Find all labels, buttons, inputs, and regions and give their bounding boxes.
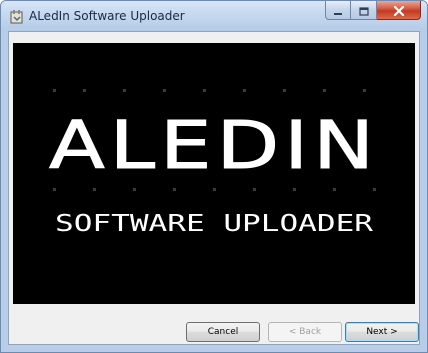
minimize-button[interactable]: [325, 1, 351, 20]
installer-window: ALedIn Software Uploader ALEDIN SOFTWARE…: [0, 0, 428, 353]
close-button[interactable]: [377, 1, 421, 20]
app-plugin-icon: [9, 9, 25, 25]
window-title: ALedIn Software Uploader: [29, 9, 185, 23]
maximize-icon: [358, 1, 369, 20]
next-button[interactable]: Next >: [345, 322, 419, 342]
minimize-icon: [333, 1, 343, 20]
cancel-button[interactable]: Cancel: [186, 322, 260, 342]
caption-buttons: [325, 1, 421, 21]
banner-subtitle: SOFTWARE UPLOADER: [55, 211, 373, 237]
back-button[interactable]: < Back: [268, 322, 342, 342]
close-icon: [393, 1, 405, 20]
banner-title: ALEDIN: [49, 107, 379, 184]
wizard-client-area: ALEDIN SOFTWARE UPLOADER Cancel < Back N…: [8, 31, 420, 345]
title-bar[interactable]: ALedIn Software Uploader: [1, 1, 427, 31]
wizard-button-row: Cancel < Back Next >: [9, 322, 419, 342]
aledin-banner-image: ALEDIN SOFTWARE UPLOADER: [13, 43, 415, 304]
maximize-button[interactable]: [351, 1, 377, 20]
